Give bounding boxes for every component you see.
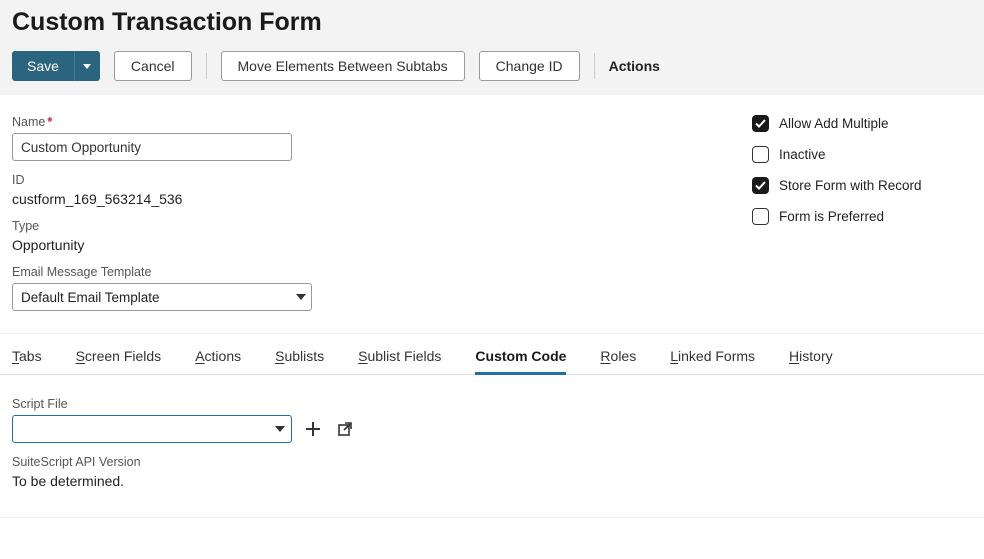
email-template-value: Default Email Template xyxy=(21,290,160,305)
save-button[interactable]: Save xyxy=(12,51,74,81)
tab-screen-fields[interactable]: Screen Fields xyxy=(76,348,162,374)
tab-actions[interactable]: Actions xyxy=(195,348,241,374)
save-menu-caret[interactable] xyxy=(74,51,100,81)
change-id-button[interactable]: Change ID xyxy=(479,51,580,81)
name-label: Name* xyxy=(12,115,652,129)
preferred-checkbox[interactable] xyxy=(752,208,769,225)
divider xyxy=(594,53,595,79)
tab-roles[interactable]: Roles xyxy=(600,348,636,374)
api-version-value: To be determined. xyxy=(12,473,972,489)
email-template-select[interactable]: Default Email Template xyxy=(12,283,312,311)
tabs-bar: Tabs Screen Fields Actions Sublists Subl… xyxy=(0,334,984,375)
store-form-checkbox[interactable] xyxy=(752,177,769,194)
tab-linked-forms[interactable]: Linked Forms xyxy=(670,348,755,374)
tab-history[interactable]: History xyxy=(789,348,833,374)
move-elements-button[interactable]: Move Elements Between Subtabs xyxy=(221,51,465,81)
chevron-down-icon xyxy=(83,64,91,69)
tab-custom-code[interactable]: Custom Code xyxy=(475,348,566,374)
open-external-button[interactable] xyxy=(334,418,356,440)
email-template-label: Email Message Template xyxy=(12,265,652,279)
id-label: ID xyxy=(12,173,652,187)
type-value: Opportunity xyxy=(12,237,652,253)
id-value: custform_169_563214_536 xyxy=(12,191,652,207)
type-label: Type xyxy=(12,219,652,233)
add-new-button[interactable] xyxy=(302,418,324,440)
api-version-label: SuiteScript API Version xyxy=(12,455,972,469)
inactive-checkbox[interactable] xyxy=(752,146,769,163)
tab-sublist-fields[interactable]: Sublist Fields xyxy=(358,348,441,374)
script-file-label: Script File xyxy=(12,397,972,411)
plus-icon xyxy=(306,422,320,436)
inactive-label: Inactive xyxy=(779,147,826,162)
name-input[interactable] xyxy=(12,133,292,161)
divider xyxy=(206,53,207,79)
page-title: Custom Transaction Form xyxy=(12,8,972,37)
open-external-icon xyxy=(338,422,352,436)
allow-add-multiple-label: Allow Add Multiple xyxy=(779,116,889,131)
chevron-down-icon xyxy=(275,426,285,432)
store-form-label: Store Form with Record xyxy=(779,178,922,193)
cancel-button[interactable]: Cancel xyxy=(114,51,192,81)
toolbar: Save Cancel Move Elements Between Subtab… xyxy=(12,51,972,81)
preferred-label: Form is Preferred xyxy=(779,209,884,224)
tab-tabs[interactable]: Tabs xyxy=(12,348,42,374)
required-indicator: * xyxy=(47,115,52,129)
actions-menu[interactable]: Actions xyxy=(609,58,660,74)
allow-add-multiple-checkbox[interactable] xyxy=(752,115,769,132)
tab-sublists[interactable]: Sublists xyxy=(275,348,324,374)
script-file-select[interactable] xyxy=(12,415,292,443)
